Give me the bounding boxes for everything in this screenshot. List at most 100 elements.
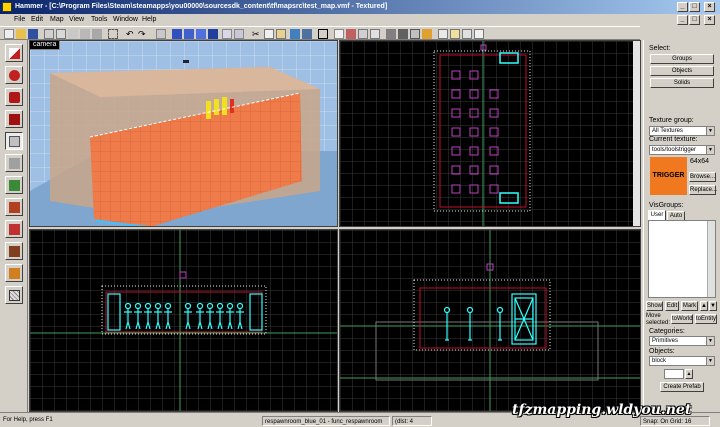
browse-button[interactable]: Browse... (689, 172, 716, 182)
grid-3d-icon[interactable] (56, 29, 66, 39)
tool-palette (0, 40, 28, 412)
categories-label: Categories: (649, 328, 685, 335)
visgroups-scrollbar[interactable] (707, 221, 715, 297)
menu-edit[interactable]: Edit (31, 16, 43, 23)
menu-help[interactable]: Help (142, 16, 156, 23)
replace-button[interactable]: Replace... (689, 185, 717, 195)
hide-selected-icon[interactable] (222, 29, 232, 39)
toggle-cordon-icon[interactable] (450, 29, 460, 39)
hide-items-icon[interactable] (398, 29, 408, 39)
mdi-restore-button[interactable]: □ (689, 15, 700, 25)
mdi-close-button[interactable]: × (704, 15, 715, 25)
clip-tool[interactable] (5, 242, 23, 260)
cut-icon[interactable]: ✂ (252, 29, 262, 39)
map-properties-icon[interactable] (370, 29, 380, 39)
overlay-tool[interactable] (5, 220, 23, 238)
move-to-world-icon[interactable] (208, 29, 218, 39)
save-icon[interactable] (28, 29, 38, 39)
top-viewport-scrollbar[interactable] (633, 41, 640, 226)
hammer-app-icon[interactable] (2, 2, 12, 12)
copy-icon[interactable] (264, 29, 274, 39)
faces-spin-icon[interactable]: ▲ (685, 369, 693, 379)
visgroup-down-icon[interactable]: ▼ (709, 301, 717, 311)
visgroup-edit-button[interactable]: Edit (665, 301, 679, 311)
tab-user[interactable]: User (648, 210, 666, 220)
magnify-tool[interactable] (5, 66, 23, 84)
toggle-3d-grid-icon[interactable] (318, 29, 328, 39)
decal-tool[interactable] (5, 198, 23, 216)
texture-group-value: All Textures (652, 128, 683, 134)
apply-texture-tool[interactable] (5, 176, 23, 194)
block-tool[interactable] (5, 132, 23, 150)
visgroup-show-button[interactable]: Show (646, 301, 663, 311)
visgroup-mark-button[interactable]: Mark (681, 301, 698, 311)
model-icon[interactable] (474, 29, 484, 39)
redo-icon[interactable]: ↷ (138, 29, 148, 39)
top-viewport[interactable] (339, 40, 641, 227)
top-view-scene (340, 41, 640, 226)
menu-file[interactable]: File (14, 16, 25, 23)
sprite-icon[interactable] (462, 29, 472, 39)
to-entity-button[interactable]: toEntity (695, 314, 717, 324)
new-file-icon[interactable] (4, 29, 14, 39)
categories-select[interactable]: Primitives ▼ (649, 336, 715, 346)
texture-group-select[interactable]: All Textures ▼ (649, 126, 715, 136)
create-prefab-button[interactable]: Create Prefab (660, 382, 704, 392)
tie-to-entity-icon[interactable] (196, 29, 206, 39)
maximize-button[interactable]: □ (689, 2, 700, 12)
camera-tool[interactable] (5, 88, 23, 106)
menu-tools[interactable]: Tools (91, 16, 107, 23)
path-tool[interactable] (5, 286, 23, 304)
grid-smaller-icon[interactable] (80, 29, 90, 39)
texture-icon (9, 158, 20, 169)
visgroups-list[interactable] (648, 220, 716, 298)
to-world-button[interactable]: toWorld (671, 314, 693, 324)
title-bar: Hammer - [C:\Program Files\Steam\steamap… (0, 0, 720, 14)
front-viewport[interactable] (29, 229, 338, 412)
object-panel: Select: Groups Objects Solids Texture gr… (643, 40, 720, 412)
camera-viewport-label[interactable]: camera (30, 41, 61, 50)
check-problems-icon[interactable] (346, 29, 356, 39)
display-helpers-icon[interactable] (410, 29, 420, 39)
select-objects-button[interactable]: Objects (650, 66, 714, 76)
texture-tool[interactable] (5, 154, 23, 172)
objects-select[interactable]: block ▼ (649, 356, 715, 366)
ungroup-icon[interactable] (184, 29, 194, 39)
selection-icon[interactable] (108, 29, 118, 39)
undo-icon[interactable]: ↶ (126, 29, 136, 39)
entity-report-icon[interactable] (358, 29, 368, 39)
snap-to-grid-icon[interactable] (386, 29, 396, 39)
minimize-button[interactable]: _ (677, 2, 688, 12)
side-viewport[interactable] (339, 229, 641, 412)
grid-larger-icon[interactable] (92, 29, 102, 39)
menu-window[interactable]: Window (113, 16, 138, 23)
run-map-icon[interactable] (334, 29, 344, 39)
camera-viewport[interactable]: camera (29, 40, 338, 227)
texture-scale-lock-icon[interactable] (302, 29, 312, 39)
close-button[interactable]: × (704, 2, 715, 12)
open-file-icon[interactable] (16, 29, 26, 39)
help-status: For Help, press F1 (3, 417, 53, 423)
group-icon[interactable] (172, 29, 182, 39)
hide-unselected-icon[interactable] (234, 29, 244, 39)
paste-icon[interactable] (276, 29, 286, 39)
mdi-minimize-button[interactable]: _ (677, 15, 688, 25)
pointer-tool[interactable] (5, 44, 23, 62)
current-texture-select[interactable]: tools/toolstrigger ▼ (649, 145, 715, 155)
visgroup-up-icon[interactable]: ▲ (700, 301, 708, 311)
vertex-tool[interactable] (5, 264, 23, 282)
entity-tool[interactable] (5, 110, 23, 128)
menu-view[interactable]: View (69, 16, 84, 23)
autoselect-icon[interactable] (422, 29, 432, 39)
carve-icon[interactable] (156, 29, 166, 39)
faces-spinner[interactable] (664, 369, 684, 379)
select-solids-button[interactable]: Solids (650, 78, 714, 88)
cordon-icon[interactable] (438, 29, 448, 39)
texture-lock-icon[interactable] (290, 29, 300, 39)
helper-icon[interactable] (68, 29, 78, 39)
dimensions-status: (dlst: 4 (392, 416, 432, 426)
grid-toggle-icon[interactable] (44, 29, 54, 39)
select-groups-button[interactable]: Groups (650, 54, 714, 64)
menu-map[interactable]: Map (50, 16, 64, 23)
texture-preview[interactable]: TRIGGER (650, 157, 687, 195)
